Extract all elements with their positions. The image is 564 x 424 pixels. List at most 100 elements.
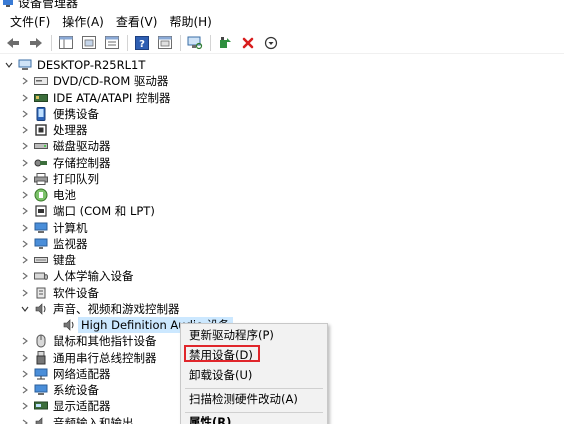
disable-device-icon[interactable] xyxy=(261,33,281,53)
tree-node-label: 显示适配器 xyxy=(53,399,111,414)
tree-node[interactable]: 键盘 xyxy=(20,252,76,268)
chevron-down-icon[interactable] xyxy=(4,57,14,73)
portable-device-icon xyxy=(34,106,48,121)
tree-node[interactable]: 存储控制器 xyxy=(20,155,111,171)
menu-uninstall-device[interactable]: 卸载设备(U) xyxy=(189,366,252,384)
chevron-right-icon[interactable] xyxy=(20,155,30,171)
tree-node-label: 音频输入和输出 xyxy=(53,415,134,424)
menu-separator xyxy=(185,388,323,389)
tree-node[interactable]: 显示适配器 xyxy=(20,398,111,414)
tree-node-label: 便携设备 xyxy=(53,106,99,121)
menu-scan-hardware[interactable]: 扫描检测硬件改动(A) xyxy=(189,390,298,408)
tree-node-label: DESKTOP-R25RL1T xyxy=(37,58,146,72)
chevron-right-icon[interactable] xyxy=(20,285,30,301)
tree-node-label: 通用串行总线控制器 xyxy=(53,350,157,365)
tree-node[interactable]: 系统设备 xyxy=(20,382,99,398)
system-device-icon xyxy=(34,383,48,397)
menu-action[interactable]: 操作(A) xyxy=(56,12,110,32)
menu-view[interactable]: 查看(V) xyxy=(110,12,164,32)
scan-hardware-icon[interactable] xyxy=(185,33,205,53)
tree-node-label: 电池 xyxy=(53,188,76,202)
tree-node-label: 磁盘驱动器 xyxy=(53,139,111,154)
keyboard-icon xyxy=(34,253,48,267)
tree-node-label: 鼠标和其他指针设备 xyxy=(53,334,157,349)
tree-node[interactable]: 端口 (COM 和 LPT) xyxy=(20,203,155,219)
tree-node-label: DVD/CD-ROM 驱动器 xyxy=(53,74,169,89)
tree-root-computer[interactable]: DESKTOP-R25RL1T xyxy=(4,57,145,73)
window-title: 设备管理器 xyxy=(18,0,79,10)
hid-icon xyxy=(34,269,48,283)
chevron-right-icon[interactable] xyxy=(20,122,30,138)
menu-file[interactable]: 文件(F) xyxy=(4,12,56,32)
computer-icon xyxy=(34,221,48,235)
chevron-right-icon[interactable] xyxy=(20,106,30,122)
chevron-right-icon[interactable] xyxy=(20,138,30,154)
tree-node[interactable]: 软件设备 xyxy=(20,285,99,301)
action-pane-icon[interactable] xyxy=(155,33,175,53)
chevron-right-icon[interactable] xyxy=(20,236,30,252)
title-bar: 设备管理器 xyxy=(0,0,564,12)
context-menu: 更新驱动程序(P) 禁用设备(D) 卸载设备(U) 扫描检测硬件改动(A) 属性… xyxy=(180,323,328,424)
chevron-right-icon[interactable] xyxy=(20,415,30,424)
tree-node[interactable]: 通用串行总线控制器 xyxy=(20,350,157,366)
printer-icon xyxy=(34,172,48,186)
tree-node-label: 监视器 xyxy=(53,236,88,251)
processor-icon xyxy=(34,123,48,137)
forward-arrow-icon[interactable] xyxy=(26,33,46,53)
svg-text:?: ? xyxy=(139,39,145,50)
usb-icon xyxy=(34,350,48,365)
properties-icon[interactable] xyxy=(102,33,122,53)
tree-node[interactable]: IDE ATA/ATAPI 控制器 xyxy=(20,90,170,106)
tree-node[interactable]: 鼠标和其他指针设备 xyxy=(20,333,157,349)
back-arrow-icon[interactable] xyxy=(3,33,23,53)
chevron-right-icon[interactable] xyxy=(20,73,30,89)
chevron-right-icon[interactable] xyxy=(20,268,30,284)
chevron-right-icon[interactable] xyxy=(20,187,30,203)
chevron-right-icon[interactable] xyxy=(20,220,30,236)
tree-node[interactable]: 人体学输入设备 xyxy=(20,268,134,284)
menu-update-driver[interactable]: 更新驱动程序(P) xyxy=(189,326,274,344)
menu-bar: 文件(F) 操作(A) 查看(V) 帮助(H) xyxy=(0,12,564,32)
chevron-right-icon[interactable] xyxy=(20,252,30,268)
ide-controller-icon xyxy=(34,91,48,105)
tree-node[interactable]: 处理器 xyxy=(20,122,88,138)
disk-drive-icon xyxy=(34,139,48,153)
tree-node[interactable]: DVD/CD-ROM 驱动器 xyxy=(20,73,168,89)
tree-node[interactable]: 网络适配器 xyxy=(20,366,111,382)
tree-node[interactable]: 音频输入和输出 xyxy=(20,415,134,424)
chevron-right-icon[interactable] xyxy=(20,398,30,414)
update-driver-icon[interactable] xyxy=(215,33,235,53)
tree-node[interactable]: 电池 xyxy=(20,187,76,203)
chevron-right-icon[interactable] xyxy=(20,90,30,106)
battery-icon xyxy=(34,188,48,202)
help-icon[interactable]: ? xyxy=(132,33,152,53)
tree-node[interactable]: 计算机 xyxy=(20,220,88,236)
chevron-right-icon[interactable] xyxy=(20,382,30,398)
device-manager-icon xyxy=(2,0,14,8)
tree-node[interactable]: 磁盘驱动器 xyxy=(20,138,111,154)
audio-io-icon xyxy=(34,416,48,424)
tree-node[interactable]: 打印队列 xyxy=(20,171,99,187)
menu-properties[interactable]: 属性(R) xyxy=(189,413,231,424)
up-one-level-icon[interactable] xyxy=(79,33,99,53)
menu-help[interactable]: 帮助(H) xyxy=(163,12,217,32)
toolbar-separator xyxy=(127,34,128,51)
tree-node-label: 端口 (COM 和 LPT) xyxy=(53,204,155,219)
tree-node[interactable]: 便携设备 xyxy=(20,106,99,122)
tree-node[interactable]: 监视器 xyxy=(20,236,88,252)
toolbar: ? xyxy=(0,32,564,54)
chevron-right-icon[interactable] xyxy=(20,350,30,366)
tree-node-label: 网络适配器 xyxy=(53,366,111,381)
disc-drive-icon xyxy=(34,74,48,88)
chevron-down-icon[interactable] xyxy=(20,301,30,317)
chevron-right-icon[interactable] xyxy=(20,366,30,382)
chevron-right-icon[interactable] xyxy=(20,333,30,349)
audio-icon xyxy=(34,302,48,316)
chevron-right-icon[interactable] xyxy=(20,203,30,219)
mouse-icon xyxy=(34,334,48,348)
show-hide-console-tree-icon[interactable] xyxy=(56,33,76,53)
tree-node-label: 键盘 xyxy=(53,253,76,267)
tree-node[interactable]: 声音、视频和游戏控制器 xyxy=(20,301,180,317)
uninstall-device-icon[interactable] xyxy=(238,33,258,53)
chevron-right-icon[interactable] xyxy=(20,171,30,187)
